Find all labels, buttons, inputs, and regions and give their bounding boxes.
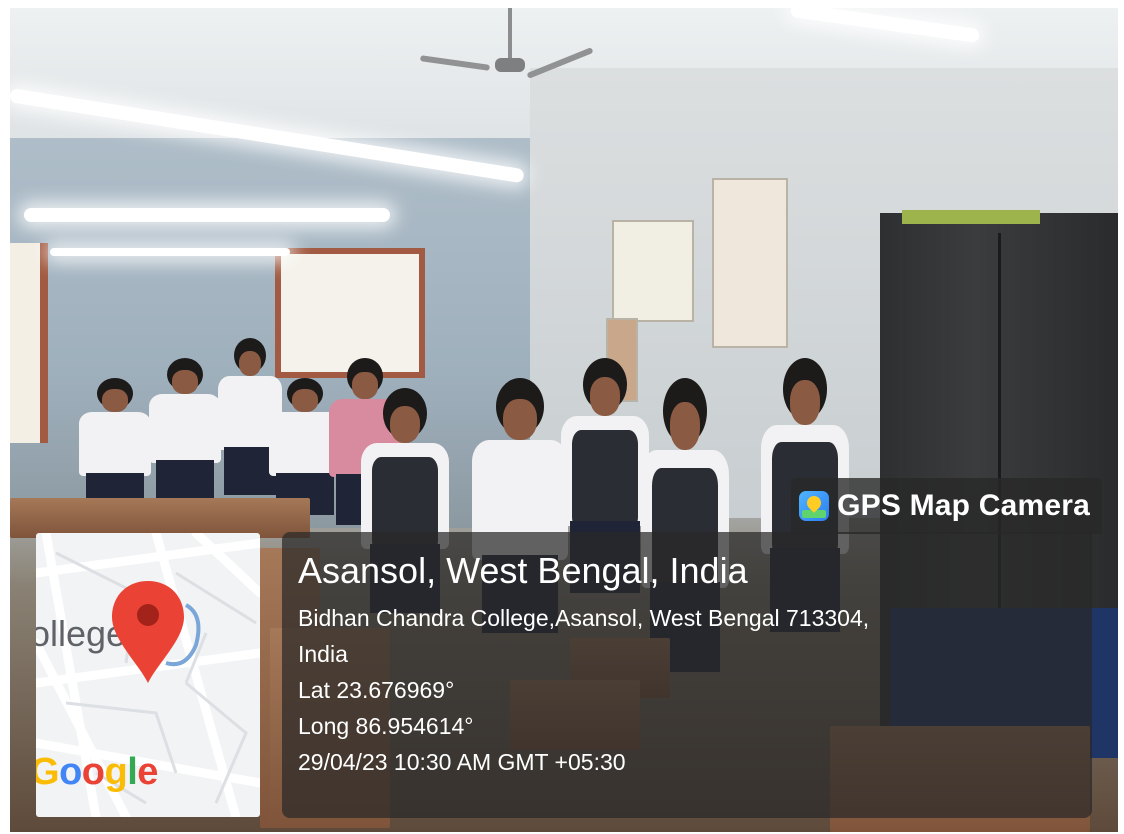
cabinet-top-box [902, 210, 1040, 224]
wall-poster [712, 178, 788, 348]
app-name: GPS Map Camera [837, 489, 1090, 522]
place-title: Asansol, West Bengal, India [298, 550, 748, 591]
latitude: Lat 23.676969° [298, 677, 455, 703]
google-logo-text: Google [36, 751, 158, 793]
location-info-panel: Asansol, West Bengal, India Bidhan Chand… [282, 532, 1092, 818]
longitude: Long 86.954614° [298, 713, 474, 739]
wooden-bench [10, 498, 310, 538]
tube-light [24, 208, 390, 222]
map-pin-icon [112, 581, 184, 683]
timestamp: 29/04/23 10:30 AM GMT +05:30 [298, 749, 626, 775]
address-line-1: Bidhan Chandra College,Asansol, West Ben… [298, 605, 870, 631]
address-line-2: India [298, 641, 348, 667]
gps-map-camera-icon [799, 491, 830, 521]
left-window [10, 243, 48, 443]
gps-app-title: GPS Map Camera [791, 478, 1102, 534]
google-logo: Google [36, 751, 158, 794]
ceiling-fan [419, 8, 594, 79]
map-thumbnail: ollege Google [36, 533, 260, 817]
wall-poster [612, 220, 694, 322]
tube-light [50, 248, 290, 256]
